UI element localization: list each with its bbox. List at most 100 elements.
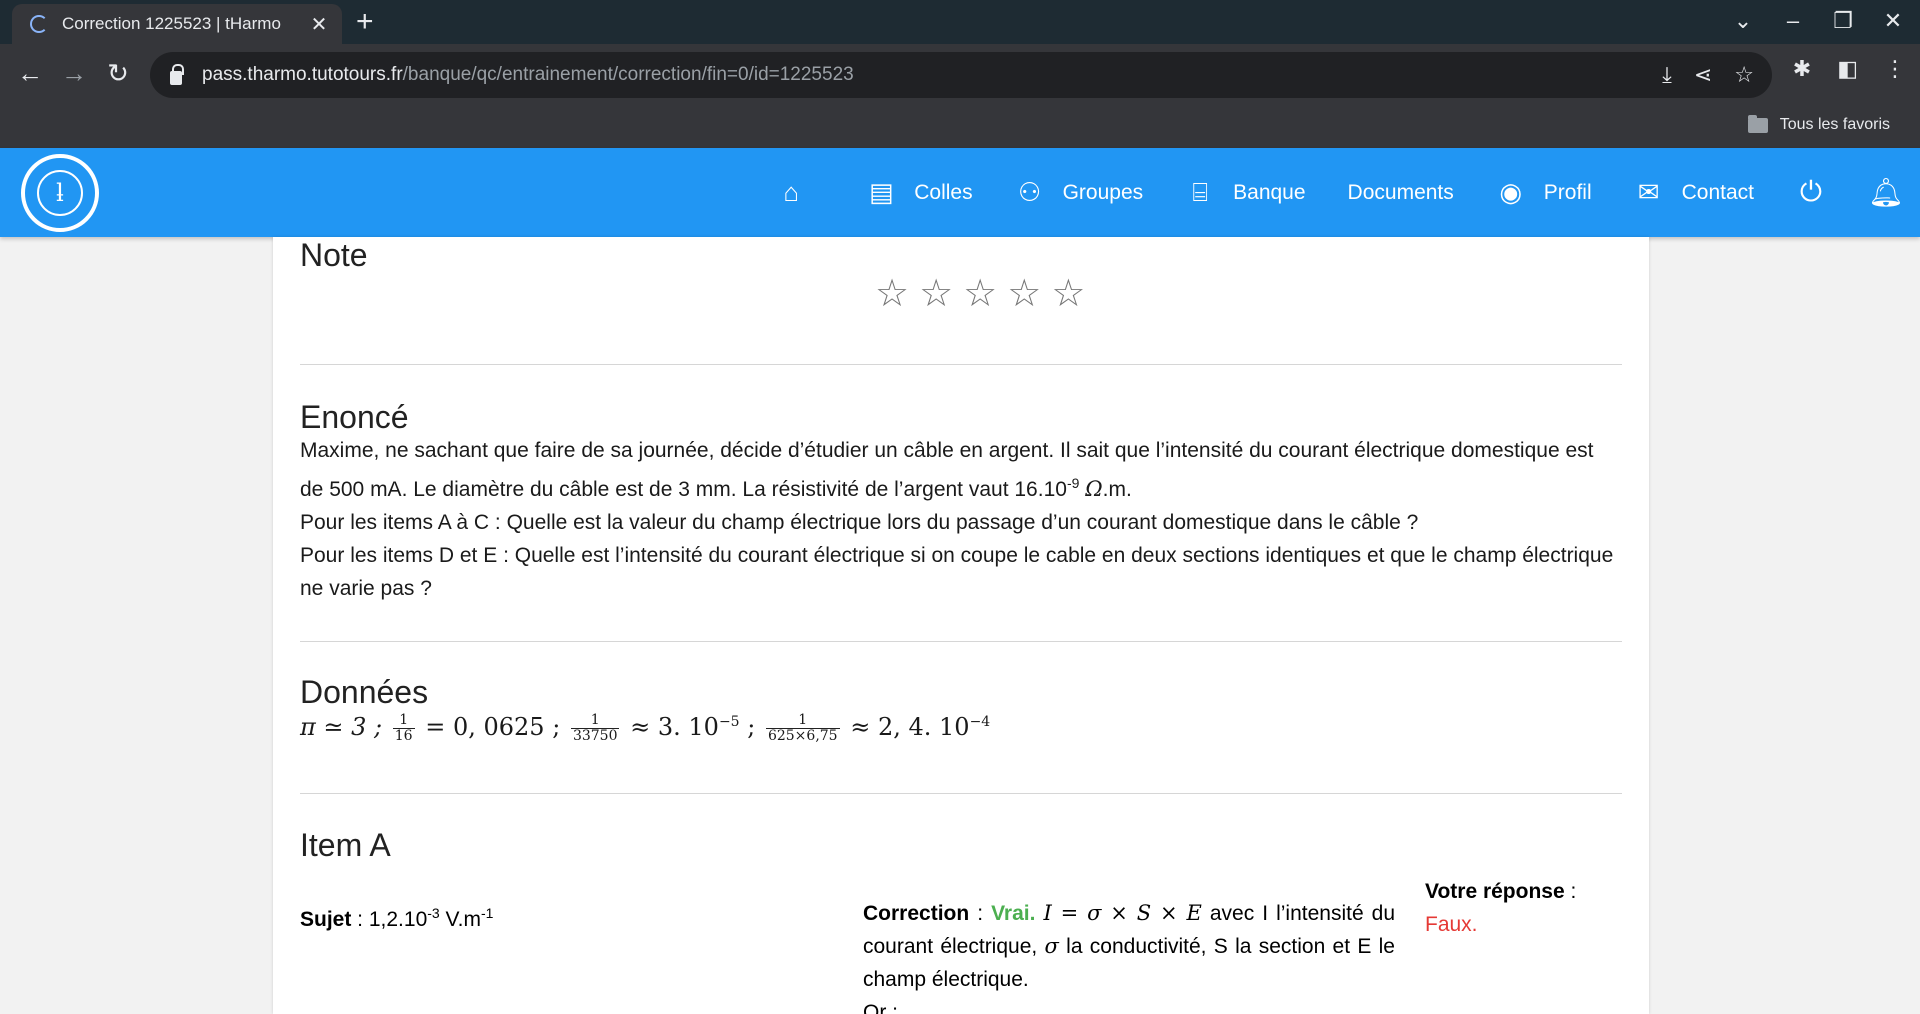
donnees-section: Données π ≃ 3 ; 1 16 = 0, 0625 ; 1 33750 ≈… (300, 674, 1622, 744)
group-icon: ⚇ (1017, 177, 1042, 207)
restore-icon[interactable]: ❐ (1832, 8, 1854, 34)
bank-icon: ⌸ (1192, 176, 1208, 207)
close-window-icon[interactable]: ✕ (1882, 8, 1904, 34)
all-bookmarks-folder[interactable]: Tous les favoris (1747, 114, 1890, 134)
star-icon[interactable]: ☆ (919, 275, 953, 313)
note-section: Note ☆ ☆ ☆ ☆ ☆ (300, 237, 1622, 313)
browser-tab-bar: Correction 1225523 | tHarmo ✕ + ⌄ – ❐ ✕ (0, 0, 1920, 44)
verdict-true: Vrai. (991, 902, 1036, 925)
star-icon[interactable]: ☆ (875, 275, 909, 313)
sujet-label: Sujet (300, 908, 352, 931)
tab-search-icon[interactable]: ⌄ (1732, 8, 1754, 34)
close-tab-icon[interactable]: ✕ (308, 12, 330, 37)
document-icon: ▤ (868, 177, 894, 207)
nav-label: Profil (1543, 180, 1592, 204)
enonce-section: Enoncé Maxime, ne sachant que faire de s… (300, 399, 1622, 605)
note-title: Note (300, 237, 368, 273)
nav-colles[interactable]: ▤ Colles (866, 177, 973, 208)
nav-banque[interactable]: ⌸ Banque (1185, 177, 1305, 209)
enonce-line2: Pour les items A à C : Quelle est la val… (300, 511, 1419, 534)
star-rating: ☆ ☆ ☆ ☆ ☆ (875, 275, 1085, 313)
minimize-icon[interactable]: – (1782, 8, 1804, 34)
nav-label: Documents (1347, 180, 1454, 204)
fraction: 1 625×6,75 (765, 712, 840, 744)
formula: I = σ × S × E (1043, 901, 1202, 925)
enonce-title: Enoncé (300, 399, 409, 435)
nav-contact[interactable]: ✉ Contact (1634, 177, 1754, 208)
exponent: −5 (718, 714, 740, 730)
enonce-line3: Pour les items D et E : Quelle est l’int… (300, 544, 1614, 600)
address-bar[interactable]: pass.tharmo.tutotours.fr/banque/qc/entra… (150, 52, 1772, 98)
nav-label: Colles (914, 180, 973, 204)
donnees-formulas: π ≃ 3 ; 1 16 = 0, 0625 ; 1 33750 ≈ 3. 10−5… (300, 713, 1622, 744)
url-path: /banque/qc/entrainement/correction/fin=0… (402, 64, 854, 85)
enonce-text: Maxime, ne sachant que faire de sa journ… (300, 434, 1622, 605)
home-icon: ⌂ (783, 177, 800, 207)
omega-symbol: Ω (1085, 477, 1103, 501)
bookmark-folder-label: Tous les favoris (1779, 116, 1890, 133)
nav-label: Groupes (1062, 180, 1144, 204)
nav-profil[interactable]: ◉ Profil (1496, 177, 1592, 208)
unit-text: .m. (1102, 478, 1132, 501)
reload-icon[interactable]: ↻ (102, 58, 134, 88)
reponse-column: Votre réponse : Faux. (1425, 880, 1577, 936)
value: ≈ 3. 10 (630, 713, 719, 741)
item-a-title: Item A (300, 827, 391, 863)
divider (300, 364, 1622, 365)
bookmark-star-icon[interactable]: ☆ (1734, 62, 1754, 88)
correction-card: Note ☆ ☆ ☆ ☆ ☆ Enoncé Maxime, ne sachant… (273, 237, 1649, 1014)
star-icon[interactable]: ☆ (963, 275, 997, 313)
donnees-title: Données (300, 674, 429, 710)
pi-approx: π ≃ 3 ; (300, 713, 383, 741)
site-logo[interactable]: ƚ (21, 154, 99, 232)
side-panel-icon[interactable]: ◧ (1837, 56, 1858, 82)
share-icon[interactable]: ⋖ (1694, 62, 1712, 88)
item-a-section: Item A Sujet : 1,2.10-3 V.m-1 Correction… (300, 827, 1622, 1014)
browser-toolbar: ← → ↻ pass.tharmo.tutotours.fr/banque/qc… (0, 44, 1920, 106)
nav-documents[interactable]: Documents (1348, 181, 1454, 205)
sujet-value: 1,2.10 (368, 908, 428, 931)
tab-title: Correction 1225523 | tHarmo (62, 14, 281, 33)
fraction: 1 33750 (570, 712, 620, 744)
notifications-bell-icon[interactable]: 🔔︎ (1868, 176, 1904, 209)
value: = 0, 0625 ; (425, 713, 561, 741)
nav-groupes[interactable]: ⚇ Groupes (1015, 177, 1144, 208)
new-tab-icon[interactable]: + (356, 6, 374, 38)
nav-label: Banque (1233, 180, 1306, 204)
loading-icon (30, 15, 48, 33)
lock-icon[interactable] (170, 64, 184, 85)
account-icon: ◉ (1499, 177, 1523, 207)
main-nav: ⌂ ▤ Colles ⚇ Groupes ⌸ Banque Documents … (776, 148, 1920, 237)
logout-power-icon[interactable]: ⏻ (1796, 176, 1826, 209)
exponent: -9 (1066, 475, 1080, 491)
star-icon[interactable]: ☆ (1051, 275, 1085, 313)
back-icon[interactable]: ← (14, 58, 46, 88)
logo-mark: ƚ (37, 170, 83, 216)
enonce-line1: Maxime, ne sachant que faire de sa journ… (300, 439, 1594, 501)
correction-label: Correction (863, 902, 970, 925)
divider (300, 793, 1622, 794)
reponse-value: Faux. (1425, 913, 1478, 936)
correction-column: Correction : Vrai. I = σ × S × E avec I … (863, 897, 1395, 1014)
window-controls: ⌄ – ❐ ✕ (1732, 8, 1904, 34)
value: ≈ 2, 4. 10 (850, 713, 970, 741)
app-header: ƚ ⌂ ▤ Colles ⚇ Groupes ⌸ Banque Document… (0, 148, 1920, 237)
star-icon[interactable]: ☆ (1007, 275, 1041, 313)
forward-icon[interactable]: → (58, 58, 90, 88)
bookmarks-bar: Tous les favoris (0, 106, 1920, 148)
exponent: −4 (969, 714, 991, 730)
nav-label: Contact (1681, 180, 1754, 204)
nav-home[interactable]: ⌂ (776, 177, 824, 208)
install-icon[interactable]: ⤓ (1662, 62, 1672, 88)
reponse-label: Votre réponse (1425, 880, 1565, 903)
sujet-column: Sujet : 1,2.10-3 V.m-1 (300, 905, 494, 931)
menu-icon[interactable]: ⋮ (1884, 56, 1906, 82)
folder-icon (1747, 114, 1768, 133)
separator: ; (747, 713, 756, 741)
divider (300, 641, 1622, 642)
fraction: 1 16 (392, 712, 415, 744)
mail-icon: ✉ (1637, 177, 1660, 207)
browser-tab[interactable]: Correction 1225523 | tHarmo ✕ (12, 4, 342, 44)
extensions-icon[interactable]: ✱ (1793, 56, 1811, 82)
url-host: pass.tharmo.tutotours.fr (202, 64, 403, 85)
